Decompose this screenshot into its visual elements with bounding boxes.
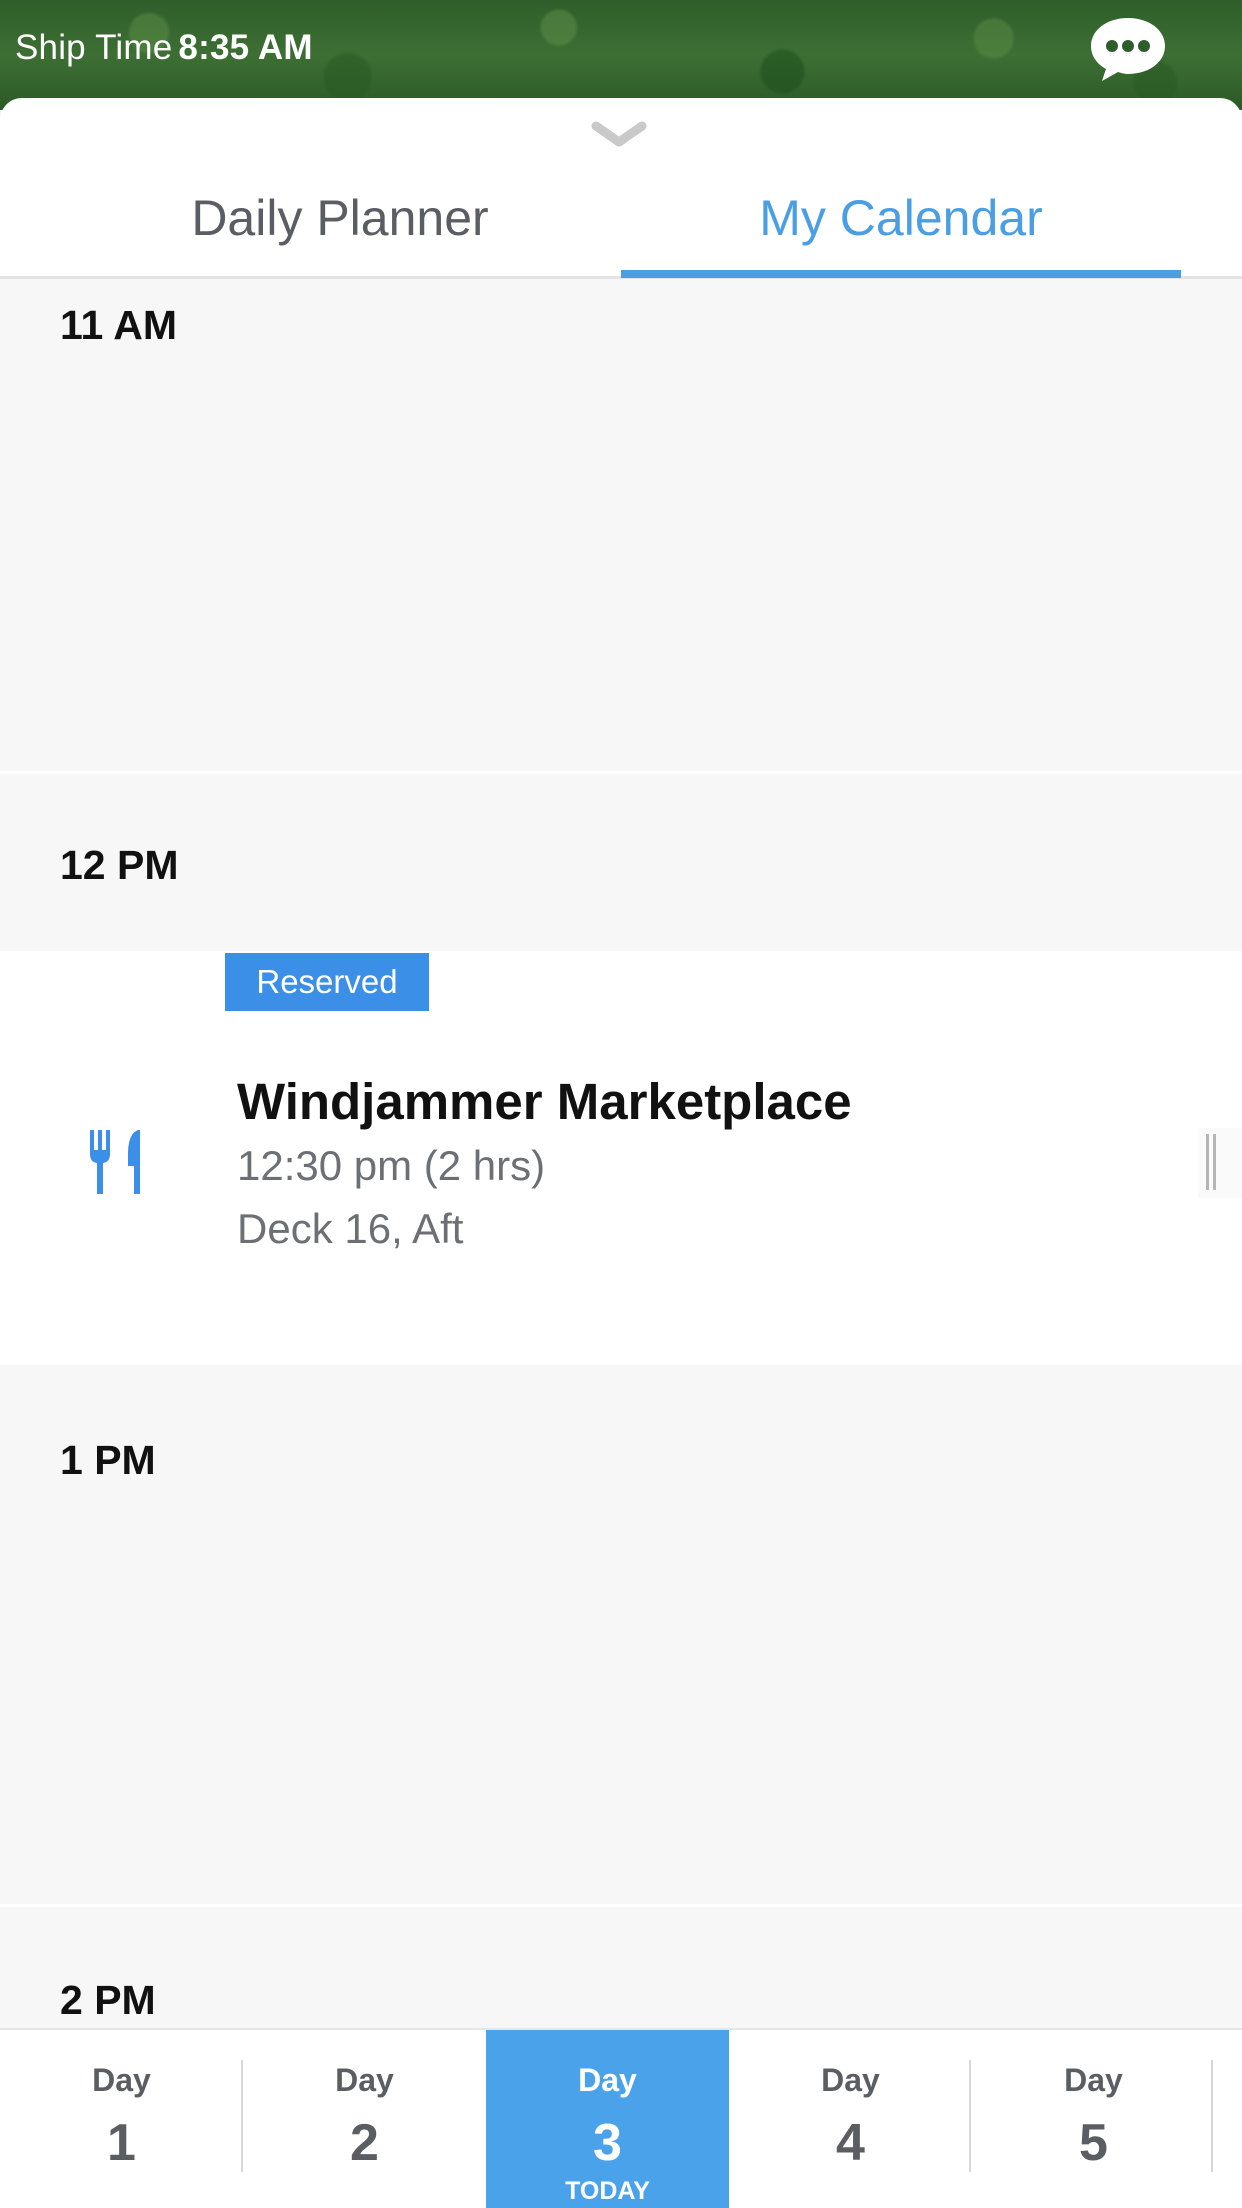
- event-location: Deck 16, Aft: [237, 1205, 464, 1252]
- hour-separator: [0, 1904, 1242, 1907]
- day-tab-1[interactable]: Day 1: [0, 2030, 243, 2208]
- hour-label-2pm: 2 PM: [60, 1977, 156, 2023]
- drag-handle[interactable]: [1198, 1128, 1242, 1198]
- chat-button[interactable]: [1087, 14, 1169, 84]
- ship-time-value: 8:35 AM: [178, 28, 313, 67]
- reserved-badge: Reserved: [225, 953, 429, 1011]
- day-word: Day: [1064, 2062, 1123, 2098]
- hour-label-12pm: 12 PM: [60, 842, 179, 888]
- day-tab-5[interactable]: Day 5: [972, 2030, 1215, 2208]
- day-word: Day: [92, 2062, 151, 2098]
- hour-label-1pm: 1 PM: [60, 1437, 156, 1483]
- event-card[interactable]: [0, 951, 1242, 1365]
- day-word: Day: [821, 2062, 880, 2098]
- chat-bubble-icon: [1091, 18, 1165, 81]
- day-word: Day: [578, 2062, 637, 2098]
- event-title[interactable]: Windjammer Marketplace: [237, 1072, 852, 1131]
- ship-time: Ship Time 8:35 AM: [15, 28, 313, 68]
- active-tab-indicator: [621, 270, 1181, 278]
- tab-my-calendar[interactable]: My Calendar: [621, 188, 1181, 248]
- today-label: TODAY: [565, 2177, 650, 2205]
- day-tab-2[interactable]: Day 2: [243, 2030, 486, 2208]
- day-number: 3: [593, 2114, 622, 2172]
- fork-knife-icon: [88, 1128, 148, 1196]
- ship-time-label: Ship Time: [15, 28, 173, 67]
- collapse-chevron-icon[interactable]: [590, 120, 648, 150]
- day-word: Day: [335, 2062, 394, 2098]
- day-divider: [1211, 2060, 1213, 2172]
- hour-label-11am: 11 AM: [60, 302, 177, 348]
- day-number: 2: [350, 2114, 379, 2172]
- hour-separator: [0, 771, 1242, 774]
- day-divider: [969, 2060, 971, 2172]
- event-time: 12:30 pm (2 hrs): [237, 1142, 546, 1189]
- day-number: 4: [836, 2114, 865, 2172]
- day-number: 5: [1079, 2114, 1108, 2172]
- day-tab-3[interactable]: Day 3 TODAY: [486, 2030, 729, 2208]
- tab-daily-planner[interactable]: Daily Planner: [0, 188, 680, 248]
- day-tab-4[interactable]: Day 4: [729, 2030, 972, 2208]
- day-number: 1: [107, 2114, 136, 2172]
